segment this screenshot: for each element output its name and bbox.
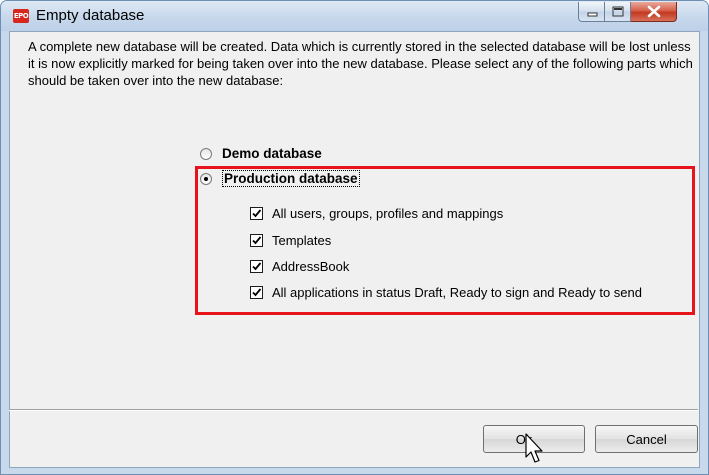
- separator: [9, 409, 698, 411]
- cancel-button-label: Cancel: [626, 431, 667, 447]
- demo-database-radio[interactable]: [200, 147, 212, 160]
- mouse-pointer-icon: [525, 433, 543, 463]
- cancel-button[interactable]: Cancel: [595, 425, 698, 453]
- users-checkbox-label: All users, groups, profiles and mappings: [272, 205, 504, 221]
- demo-database-option[interactable]: Demo database: [200, 145, 322, 162]
- checkmark-icon: [252, 208, 262, 217]
- templates-checkbox-label: Templates: [272, 232, 332, 248]
- close-button[interactable]: [631, 2, 677, 22]
- addressbook-checkbox[interactable]: [250, 259, 263, 273]
- window-title: Empty database: [36, 7, 145, 24]
- minimize-button[interactable]: [578, 2, 605, 22]
- checkbox-row-addressbook[interactable]: AddressBook: [250, 258, 349, 274]
- checkmark-icon: [252, 287, 262, 296]
- checkmark-icon: [252, 235, 262, 244]
- applications-checkbox[interactable]: [250, 285, 263, 299]
- checkbox-row-applications[interactable]: All applications in status Draft, Ready …: [250, 284, 642, 300]
- minimize-icon: [587, 12, 598, 17]
- maximize-button[interactable]: [605, 2, 631, 22]
- maximize-icon: [612, 6, 624, 17]
- app-logo-icon: EPO: [13, 9, 29, 23]
- templates-checkbox[interactable]: [250, 233, 263, 247]
- title-bar[interactable]: EPO Empty database: [1, 1, 708, 31]
- description-text: A complete new database will be created.…: [28, 39, 693, 88]
- users-checkbox[interactable]: [250, 206, 263, 220]
- checkmark-icon: [252, 261, 262, 270]
- addressbook-checkbox-label: AddressBook: [272, 258, 350, 274]
- close-icon: [647, 5, 661, 18]
- checkbox-row-users[interactable]: All users, groups, profiles and mappings: [250, 205, 503, 221]
- demo-database-label: Demo database: [222, 146, 322, 161]
- applications-checkbox-label: All applications in status Draft, Ready …: [272, 284, 642, 300]
- checkbox-row-templates[interactable]: Templates: [250, 232, 331, 248]
